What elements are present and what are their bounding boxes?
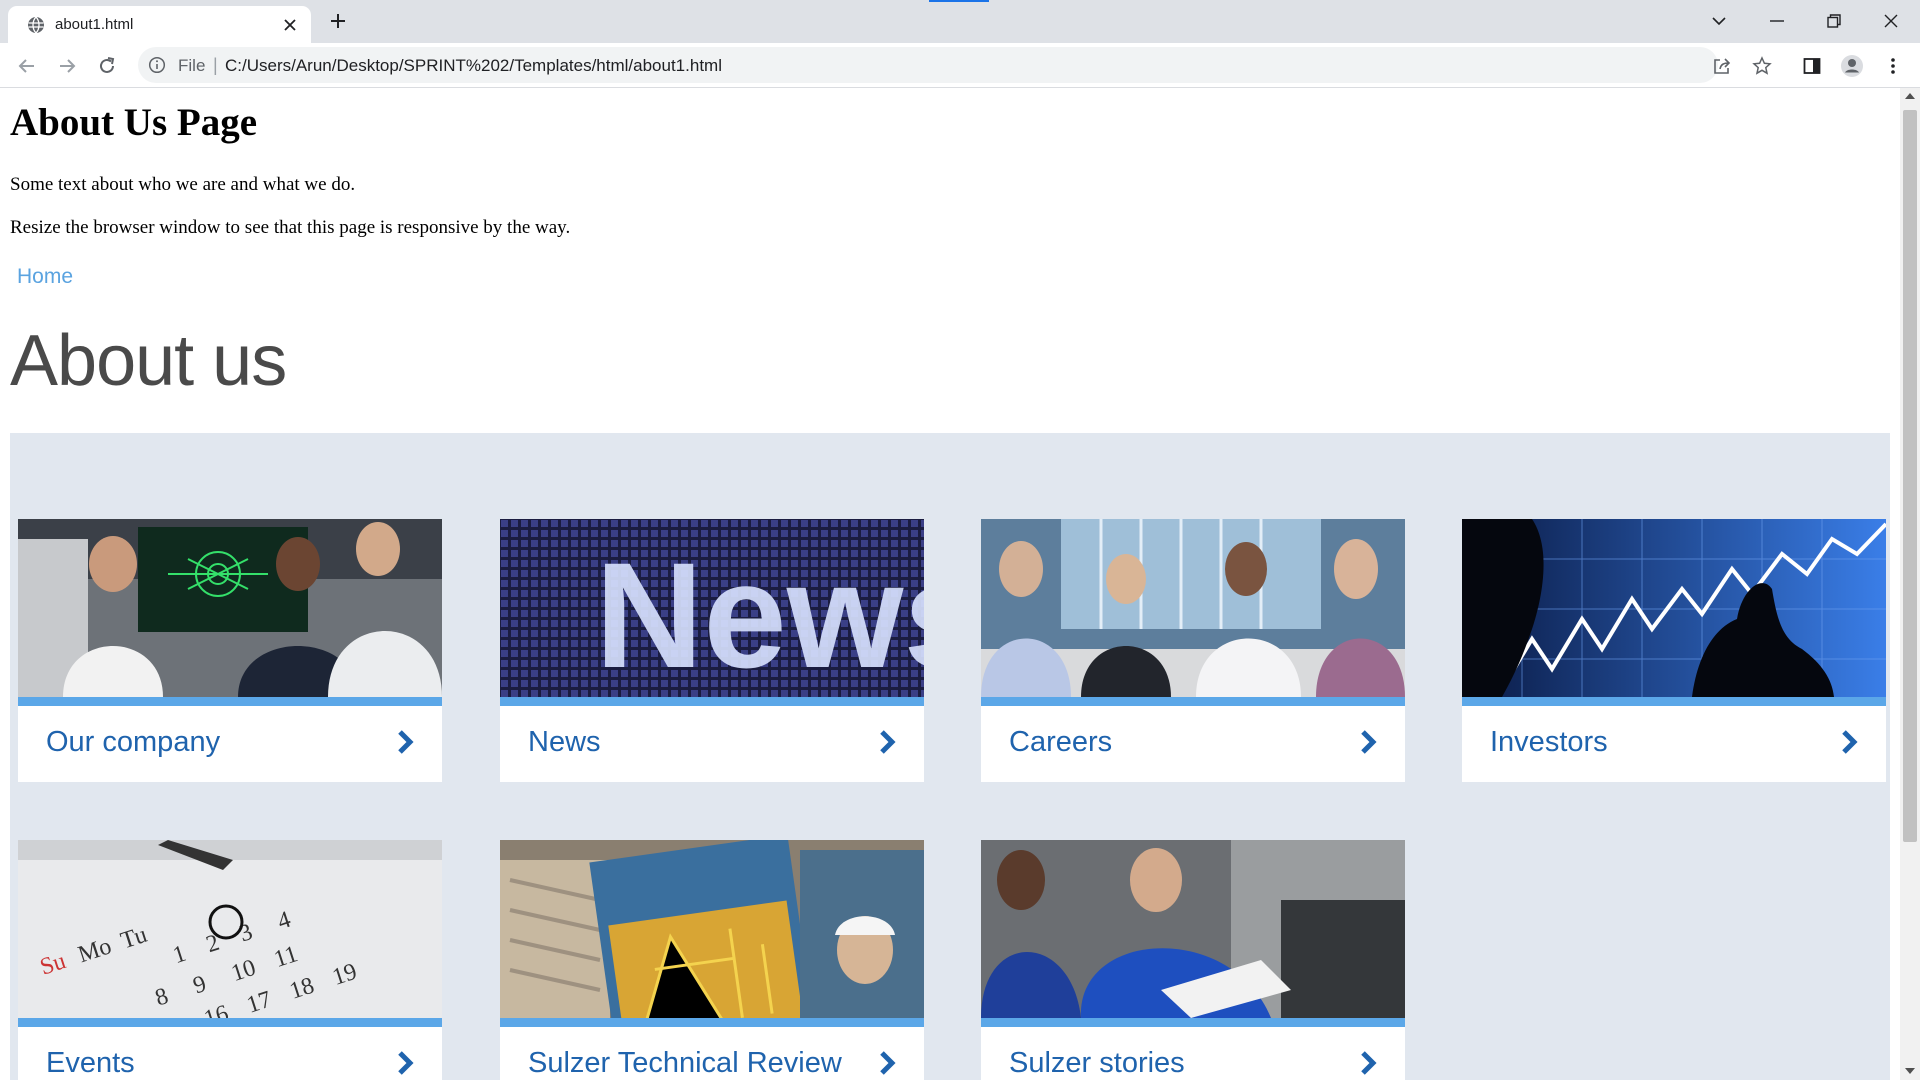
card-accent-bar	[18, 697, 442, 706]
side-panel-icon[interactable]	[1798, 52, 1826, 80]
about-cards-panel: Our company News News	[10, 433, 1890, 1080]
chevron-right-icon[interactable]	[874, 727, 900, 757]
card-sulzer-technical-review[interactable]: Sulzer Technical Review	[500, 840, 924, 1080]
card-image-investors	[1462, 519, 1886, 697]
menu-kebab-icon[interactable]	[1879, 52, 1907, 80]
tab-strip-accent	[929, 0, 989, 2]
chevron-right-icon[interactable]	[1355, 1048, 1381, 1078]
card-label[interactable]: Our company	[46, 726, 220, 759]
card-label[interactable]: News	[528, 726, 601, 759]
home-link[interactable]: Home	[17, 265, 73, 289]
chevron-right-icon[interactable]	[392, 1048, 418, 1078]
tab-search-icon[interactable]	[1696, 6, 1742, 36]
card-accent-bar	[981, 1018, 1405, 1027]
card-image-sulzer-stories	[981, 840, 1405, 1018]
scroll-up-arrow-icon[interactable]	[1905, 93, 1915, 99]
scrollbar-thumb[interactable]	[1903, 110, 1917, 842]
card-image-events: Su Mo Tu 1234 8 9 10 11 16 17 18 19	[18, 840, 442, 1018]
close-window-icon[interactable]	[1868, 6, 1914, 36]
chevron-right-icon[interactable]	[1836, 727, 1862, 757]
card-accent-bar	[500, 697, 924, 706]
intro-text-1: Some text about who we are and what we d…	[10, 174, 356, 195]
card-label[interactable]: Events	[46, 1047, 135, 1080]
browser-chrome: about1.html File | C:/Users/Arun/Desktop…	[0, 0, 1920, 88]
card-accent-bar	[500, 1018, 924, 1027]
page-scrollbar[interactable]	[1900, 88, 1920, 1080]
card-accent-bar	[18, 1018, 442, 1027]
minimize-icon[interactable]	[1754, 6, 1800, 36]
address-separator: |	[213, 55, 218, 75]
address-bar[interactable]: File | C:/Users/Arun/Desktop/SPRINT%202/…	[138, 47, 1718, 83]
profile-avatar-icon[interactable]	[1838, 52, 1866, 80]
bookmark-star-icon[interactable]	[1748, 52, 1776, 80]
page-viewport: About Us Page Some text about who we are…	[0, 88, 1900, 1080]
forward-arrow-icon[interactable]	[52, 51, 82, 81]
reload-icon[interactable]	[92, 51, 122, 81]
address-url[interactable]: C:/Users/Arun/Desktop/SPRINT%202/Templat…	[225, 56, 722, 76]
close-tab-icon[interactable]	[280, 15, 300, 35]
card-label[interactable]: Sulzer Technical Review	[528, 1047, 842, 1080]
card-news[interactable]: News News	[500, 519, 924, 782]
page-heading: About Us Page	[10, 101, 258, 144]
card-our-company[interactable]: Our company	[18, 519, 442, 782]
card-image-our-company	[18, 519, 442, 697]
card-investors[interactable]: Investors	[1462, 519, 1886, 782]
card-label[interactable]: Sulzer stories	[1009, 1047, 1185, 1080]
card-accent-bar	[1462, 697, 1886, 706]
chevron-right-icon[interactable]	[874, 1048, 900, 1078]
share-icon[interactable]	[1708, 52, 1736, 80]
chevron-right-icon[interactable]	[392, 727, 418, 757]
card-events[interactable]: Su Mo Tu 1234 8 9 10 11 16 17 18 19 Events	[18, 840, 442, 1080]
restore-icon[interactable]	[1811, 6, 1857, 36]
address-scheme: File	[178, 56, 206, 75]
new-tab-icon[interactable]	[326, 9, 350, 33]
globe-icon	[28, 16, 44, 34]
intro-text-2: Resize the browser window to see that th…	[10, 217, 571, 238]
browser-tab[interactable]: about1.html	[8, 6, 311, 43]
chevron-right-icon[interactable]	[1355, 727, 1381, 757]
card-image-news: News	[500, 519, 924, 697]
card-label[interactable]: Careers	[1009, 726, 1112, 759]
card-sulzer-stories[interactable]: Sulzer stories	[981, 840, 1405, 1080]
browser-toolbar: File | C:/Users/Arun/Desktop/SPRINT%202/…	[0, 43, 1920, 88]
tab-title: about1.html	[55, 16, 134, 33]
tab-strip: about1.html	[0, 0, 1920, 43]
card-careers[interactable]: Careers	[981, 519, 1405, 782]
svg-text:News: News	[595, 531, 924, 697]
card-image-careers	[981, 519, 1405, 697]
info-icon[interactable]	[148, 56, 166, 74]
card-image-sulzer-technical-review	[500, 840, 924, 1018]
card-accent-bar	[981, 697, 1405, 706]
back-arrow-icon[interactable]	[12, 51, 42, 81]
card-label[interactable]: Investors	[1490, 726, 1608, 759]
scroll-down-arrow-icon[interactable]	[1905, 1068, 1915, 1074]
section-title: About us	[10, 321, 287, 401]
